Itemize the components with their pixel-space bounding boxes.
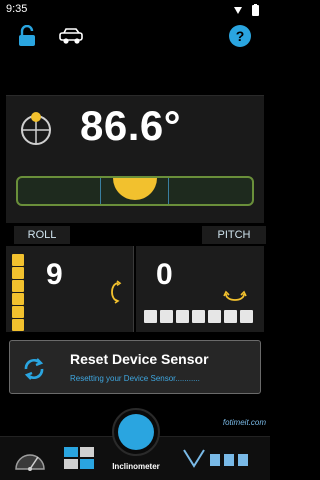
angle-readout: 86.6° xyxy=(80,102,182,149)
app-bar: ? xyxy=(0,20,270,52)
roll-segment xyxy=(12,280,24,292)
pitch-segment xyxy=(192,310,205,323)
inclinometer-icon xyxy=(118,414,154,450)
pitch-segment xyxy=(224,310,237,323)
reset-title: Reset Device Sensor xyxy=(70,351,209,367)
axis-cards: 9 0 xyxy=(0,246,270,332)
level-tick-left xyxy=(100,178,101,204)
roll-value: 9 xyxy=(46,258,63,291)
level-tick-right xyxy=(168,178,169,204)
car-icon[interactable] xyxy=(58,27,86,45)
roll-card: 9 xyxy=(6,246,134,332)
roll-segment xyxy=(12,319,24,331)
status-bar: 9:35 xyxy=(0,0,270,20)
pitch-card: 0 xyxy=(136,246,264,332)
roll-segments xyxy=(12,254,26,331)
rotate-vertical-icon xyxy=(111,280,122,304)
level-bar xyxy=(16,176,254,206)
pitch-segment xyxy=(176,310,189,323)
sensor-grid-icon[interactable] xyxy=(60,441,100,477)
level-bubble xyxy=(113,178,157,200)
roll-segment xyxy=(12,306,24,318)
wifi-icon xyxy=(234,7,242,14)
svg-text:?: ? xyxy=(236,28,245,44)
tab-roll[interactable]: ROLL xyxy=(14,226,70,244)
roll-segment xyxy=(12,254,24,266)
protractor-icon[interactable] xyxy=(10,441,50,477)
roll-segment xyxy=(12,293,24,305)
pitch-segments xyxy=(144,310,260,326)
nav-inclinometer-label: Inclinometer xyxy=(112,462,160,471)
pitch-segment xyxy=(208,310,221,323)
rotate-horizontal-icon xyxy=(223,290,247,301)
watermark-text: fotimeit.com xyxy=(222,418,266,427)
status-time: 9:35 xyxy=(6,3,28,15)
pitch-segment xyxy=(240,310,253,323)
inclinometer-panel: 86.6° xyxy=(6,95,264,223)
status-icons xyxy=(234,4,259,16)
tab-pitch[interactable]: PITCH xyxy=(202,226,266,244)
reset-subtitle: Resetting your Device Sensor........... xyxy=(70,374,200,383)
bubble-level-icon xyxy=(21,112,51,145)
pitch-segment xyxy=(160,310,173,323)
roll-segment xyxy=(12,267,24,279)
pitch-segment xyxy=(144,310,157,323)
watermark-logo xyxy=(183,449,248,468)
lock-open-icon[interactable] xyxy=(17,25,37,47)
nav-inclinometer-button[interactable] xyxy=(112,408,160,456)
reset-sensor-card[interactable]: Reset Device Sensor Resetting your Devic… xyxy=(9,340,261,394)
refresh-icon xyxy=(24,358,44,380)
battery-icon xyxy=(252,5,259,16)
help-icon[interactable]: ? xyxy=(228,24,252,48)
pitch-value: 0 xyxy=(156,258,173,291)
